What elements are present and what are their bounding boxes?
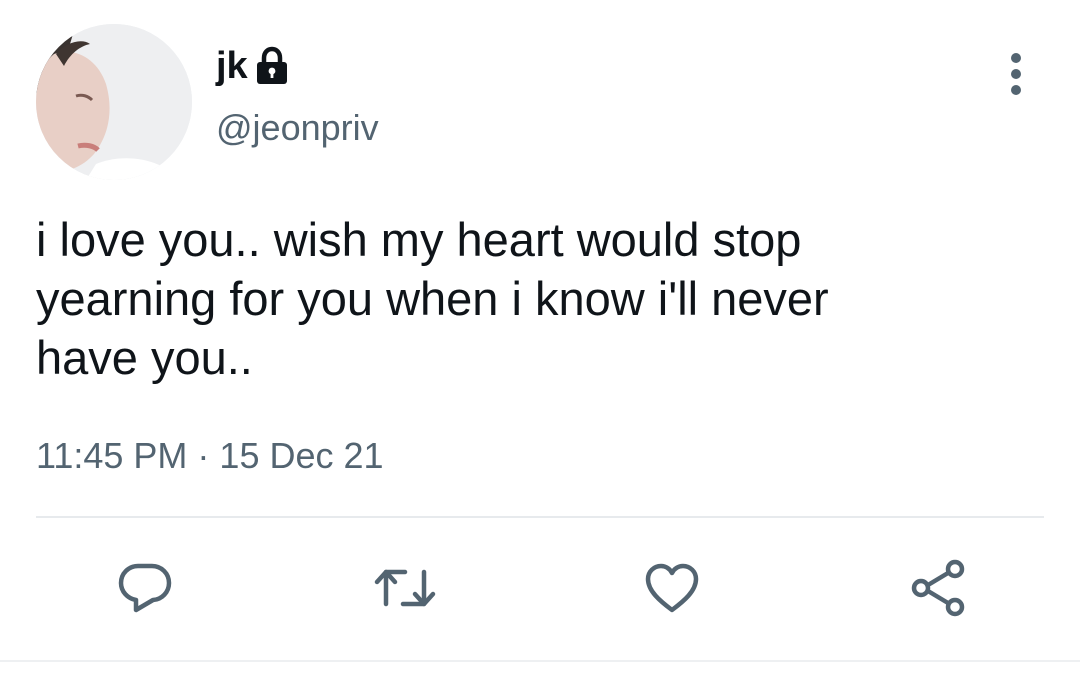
share-icon bbox=[911, 559, 965, 617]
more-vertical-icon bbox=[1011, 53, 1021, 95]
like-button[interactable] bbox=[640, 556, 704, 620]
avatar[interactable] bbox=[36, 24, 192, 180]
tweet-date: 15 Dec 21 bbox=[219, 435, 384, 476]
timestamp-separator: · bbox=[197, 435, 210, 476]
tweet-timestamp[interactable]: 11:45 PM · 15 Dec 21 bbox=[36, 438, 384, 474]
reply-button[interactable] bbox=[113, 556, 177, 620]
display-name-row: jk bbox=[216, 42, 290, 90]
display-name[interactable]: jk bbox=[216, 47, 248, 85]
divider bbox=[36, 516, 1044, 518]
bottom-border bbox=[0, 660, 1080, 662]
retweet-icon bbox=[374, 569, 436, 607]
reply-icon bbox=[118, 563, 172, 613]
like-icon bbox=[645, 563, 699, 613]
action-bar bbox=[0, 556, 1080, 620]
lock-icon bbox=[254, 46, 290, 86]
more-options-button[interactable] bbox=[996, 50, 1036, 100]
retweet-button[interactable] bbox=[373, 556, 437, 620]
user-handle[interactable]: @jeonpriv bbox=[216, 110, 379, 146]
tweet-card: jk @jeonpriv i love you.. wish my heart … bbox=[0, 0, 1080, 681]
tweet-time: 11:45 PM bbox=[36, 435, 188, 476]
profile-photo bbox=[36, 24, 192, 180]
tweet-text: i love you.. wish my heart would stop ye… bbox=[36, 213, 829, 384]
share-button[interactable] bbox=[907, 556, 971, 620]
